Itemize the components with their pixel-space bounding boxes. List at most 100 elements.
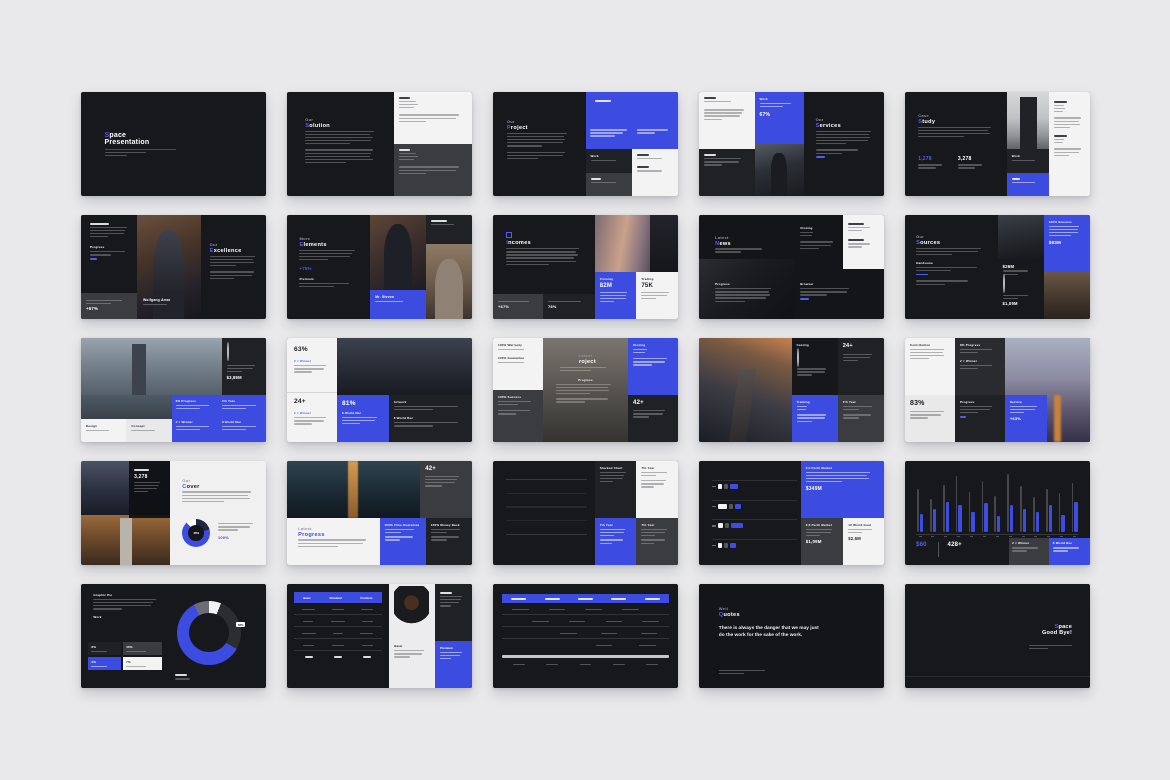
- slide-thumb-project[interactable]: Our Project Work: [493, 92, 678, 196]
- photo-city: [81, 338, 222, 395]
- slide-thumb-services[interactable]: Work 67% Our Services: [699, 92, 884, 196]
- text-lines: [556, 398, 616, 402]
- text-lines: [375, 301, 421, 302]
- kicker: Well: [719, 606, 864, 611]
- stat-panel: 42+: [420, 461, 472, 518]
- progress-label: Progress: [90, 245, 132, 249]
- slide-thumb-graphic-pie[interactable]: Graphic Pie Work 56% 8% 46% 9% 7%: [81, 584, 266, 688]
- slide-thumb-data-table[interactable]: [493, 584, 678, 688]
- slide-thumb-latest-news[interactable]: Latest News Closing Progress Browser: [699, 215, 884, 319]
- gray-panel: [394, 144, 472, 196]
- caption-panel: [426, 215, 472, 244]
- label-bar: [848, 239, 864, 241]
- text-lines: [704, 101, 750, 102]
- white-panel: 100% Warranty 100% Guarantee: [493, 338, 543, 390]
- text-lines: [591, 160, 627, 161]
- divider: [938, 542, 939, 557]
- text-lines: [816, 149, 876, 153]
- tier-standard: Standard: [330, 596, 342, 600]
- slide-thumb-bar-chart[interactable]: $60 428+ 2 × Winner 8 World Rec: [905, 461, 1090, 565]
- cell-label: Work: [591, 154, 627, 158]
- kicker: Our: [305, 117, 380, 122]
- table-row: [294, 639, 382, 651]
- photo-building-1: [998, 215, 1044, 259]
- text-lines: [590, 129, 631, 136]
- cover-title-block: Space Presentation: [100, 127, 248, 161]
- link-bar: [816, 156, 826, 158]
- slide-thumb-cover-donut[interactable]: 3,278 Our Cover 38% 100%: [81, 461, 266, 565]
- kicker: Our: [816, 117, 876, 122]
- table-row: [502, 627, 669, 639]
- text-lines: [797, 414, 833, 421]
- photo-businessman: [755, 144, 805, 196]
- slide-thumb-latest-project[interactable]: Latest Project Progress 100% Warranty 10…: [493, 338, 678, 442]
- divider: [287, 392, 337, 393]
- stat-3278: 3,278: [134, 474, 165, 480]
- cell-work: Work: [586, 149, 632, 172]
- slide-thumb-latest-progress[interactable]: 42+ Latest Progress 100% Time Guarantee …: [287, 461, 472, 565]
- photo-tower: [132, 344, 146, 395]
- slide-thumb-solution[interactable]: Our Solution: [287, 92, 472, 196]
- text-lines: [1010, 406, 1043, 413]
- blue-stat-box: Training 82M: [595, 272, 637, 319]
- text-lines: [1054, 117, 1085, 128]
- table-panel: Basic Standard Premium: [287, 584, 389, 688]
- winner-box: 2 × Winner: [1009, 538, 1050, 565]
- label-bar: [175, 674, 187, 676]
- slide-title: Cover: [182, 484, 257, 490]
- slide-thumb-excellence[interactable]: Progress +67% Wolfgang Amar Our Excellen…: [81, 215, 266, 319]
- photo-sunset: [595, 215, 678, 272]
- stat-42: 42+: [425, 466, 467, 472]
- text-lines: [507, 152, 574, 159]
- slide-thumb-percent-stats[interactable]: 63% 2 × Winner 24+ 2 × Winner 81% 6 Worl…: [287, 338, 472, 442]
- slide-thumb-stacked-chart[interactable]: Stacked Chart 7th Year 7th Year 7th Year: [493, 461, 678, 565]
- training-panel: Training: [792, 395, 838, 442]
- slide-thumb-metrics[interactable]: $3,89M 6% Progress 7th Year 2 × Winner 8…: [81, 338, 266, 442]
- text-lines: [806, 529, 839, 536]
- slide-thumb-sources[interactable]: Our Sources Handsome $26M $1,09M 100% Su…: [905, 215, 1090, 319]
- text-lines: [960, 406, 1000, 413]
- photo-figure: [153, 230, 184, 319]
- panel-label: Work: [760, 97, 800, 101]
- main-panel: Incomes: [493, 215, 595, 294]
- slide-thumb-case-study[interactable]: Case Study 1,278 3,278 Work: [905, 92, 1090, 196]
- slide-thumb-cover[interactable]: Space Presentation: [81, 92, 266, 196]
- slide-thumb-highway[interactable]: Casting 24+ Training 7th Year: [699, 338, 884, 442]
- blue-panel: 7th Year: [595, 518, 637, 565]
- grid-item: 8 World Rec: [222, 420, 262, 438]
- title-panel: Latest Progress: [287, 518, 380, 565]
- main-panel: Our Excellence: [201, 215, 266, 319]
- legend-box: 8%: [88, 642, 121, 655]
- slide-thumb-elements[interactable]: More Elements +75% Premium Mr. Steven: [287, 215, 472, 319]
- blue-panel: [586, 92, 679, 149]
- label-bar: [704, 154, 716, 156]
- text-lines: [440, 596, 467, 607]
- slide-thumb-contribution[interactable]: Contribution 83% 6% Progress 2 × Winner …: [905, 338, 1090, 442]
- legend-box: 7%: [123, 657, 162, 670]
- gray-panel: 100% Success: [493, 390, 543, 442]
- table-area: [493, 584, 678, 688]
- donut-chart: 38%: [182, 519, 210, 547]
- slide-title: Quotes: [719, 612, 864, 618]
- slide-thumb-quotes[interactable]: Well Quotes There is always the danger t…: [699, 584, 884, 688]
- text-lines: [960, 349, 1000, 353]
- text-lines: [134, 482, 165, 493]
- white-top: Contribution: [905, 338, 955, 395]
- slide-thumb-goodbye[interactable]: Space Good Bye!: [905, 584, 1090, 688]
- text-lines: [760, 103, 800, 107]
- text-lines: [600, 529, 632, 536]
- text-lines: [560, 367, 612, 371]
- world-rec-box: 8 World Rec: [1049, 538, 1090, 565]
- dark-bottom: Progress: [955, 395, 1005, 442]
- text-lines: [1003, 295, 1039, 299]
- text-lines: [637, 170, 673, 171]
- box-label: Trading: [641, 277, 673, 281]
- slide-thumb-markets[interactable]: 2,5 Perth Market $349M 2,5 Perth Market …: [699, 461, 884, 565]
- slide-thumb-pricing[interactable]: Basic Standard Premium Basic Premium: [287, 584, 472, 688]
- goodbye-line: Good Bye!: [1001, 630, 1072, 636]
- table-row: [502, 639, 669, 652]
- footer-divider: [905, 676, 1090, 677]
- slide-thumb-incomes[interactable]: Incomes +67% 78% Training 82M Trading 75…: [493, 215, 678, 319]
- kicker: Our: [182, 478, 257, 483]
- text-lines: [633, 349, 673, 353]
